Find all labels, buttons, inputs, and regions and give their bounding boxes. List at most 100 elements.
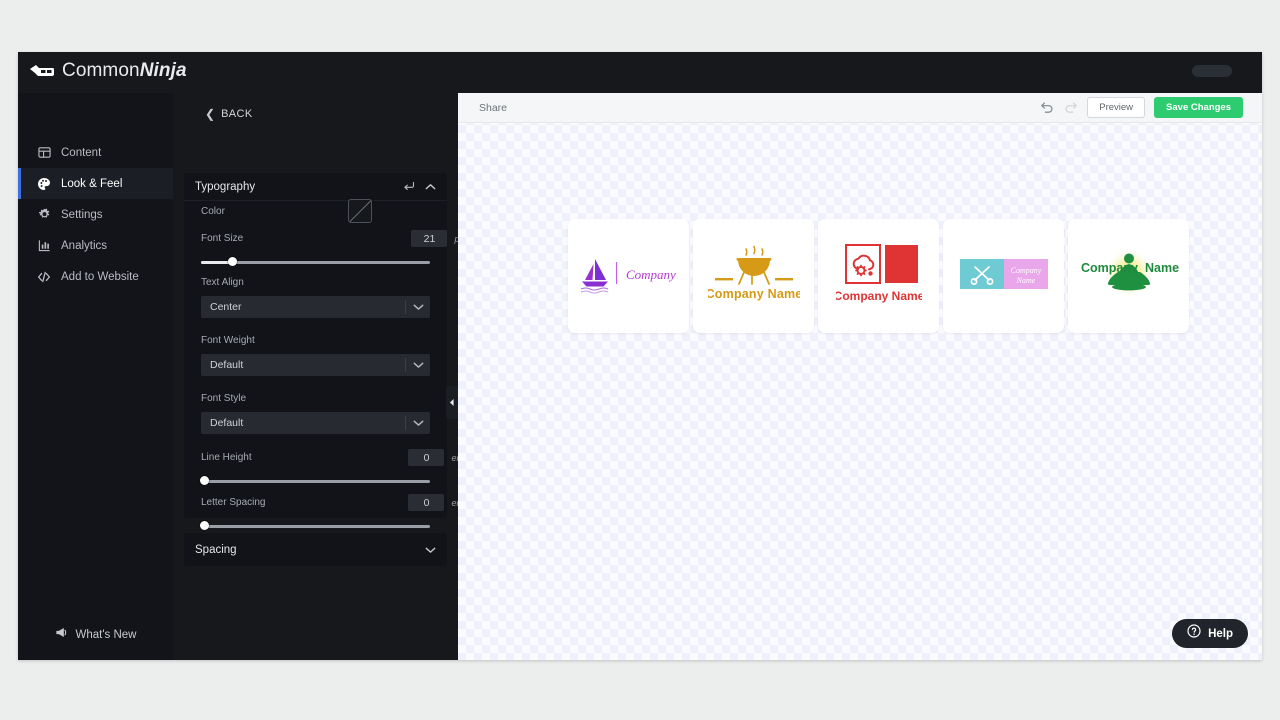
brand-logo[interactable]: CommonNinja bbox=[29, 60, 187, 82]
yoga-figure-logo: Company Name bbox=[1077, 246, 1181, 307]
slider-knob[interactable] bbox=[200, 476, 209, 485]
text-align-field: Text Align Center bbox=[184, 277, 481, 318]
line-height-slider[interactable] bbox=[200, 475, 430, 487]
svg-text:Company Name: Company Name bbox=[836, 289, 922, 303]
back-button[interactable]: ❮ BACK bbox=[173, 103, 490, 125]
sidebar-item-look-and-feel[interactable]: Look & Feel bbox=[18, 168, 173, 199]
spacing-section[interactable]: Spacing bbox=[184, 533, 447, 566]
slider-knob[interactable] bbox=[228, 257, 237, 266]
code-icon bbox=[37, 270, 51, 284]
palette-icon bbox=[37, 177, 51, 191]
chevron-down-icon bbox=[406, 361, 430, 369]
sidebar-item-label: Add to Website bbox=[61, 270, 139, 283]
logo-card[interactable]: Company Name bbox=[943, 219, 1064, 333]
font-size-field: Font Size 21 px bbox=[184, 230, 481, 268]
sidebar-item-label: Look & Feel bbox=[61, 177, 123, 190]
canvas-actions: Preview Save Changes bbox=[1039, 97, 1243, 118]
help-label: Help bbox=[1208, 627, 1233, 640]
question-circle-icon bbox=[1187, 624, 1201, 643]
font-size-label: Font Size bbox=[201, 233, 244, 244]
sailboat-logo: Company Name bbox=[579, 251, 709, 302]
app-window: CommonNinja Content Look & Feel Settings… bbox=[18, 52, 1262, 660]
brand-name: CommonNinja bbox=[62, 60, 187, 82]
gear-icon bbox=[37, 208, 51, 222]
font-weight-select[interactable]: Default bbox=[201, 354, 430, 376]
line-height-field: Line Height 0 em bbox=[184, 449, 481, 487]
line-height-label: Line Height bbox=[201, 452, 252, 463]
sidebar-item-settings[interactable]: Settings bbox=[18, 199, 173, 230]
color-field: Color bbox=[184, 196, 481, 226]
sidebar: Content Look & Feel Settings Analytics A… bbox=[18, 93, 174, 660]
brand-suffix: Ninja bbox=[139, 60, 187, 81]
whats-new-button[interactable]: What's New bbox=[18, 626, 173, 644]
sidebar-item-content[interactable]: Content bbox=[18, 137, 173, 168]
chevron-down-icon[interactable] bbox=[425, 546, 436, 554]
share-button[interactable]: Share bbox=[479, 102, 507, 114]
chevron-up-icon[interactable] bbox=[425, 183, 436, 191]
logo-card[interactable]: Company Name bbox=[568, 219, 709, 333]
typography-section: Typography Color Font Size 21 px bbox=[184, 173, 464, 530]
sidebar-item-add-to-website[interactable]: Add to Website bbox=[18, 261, 173, 292]
font-style-label: Font Style bbox=[201, 393, 247, 404]
svg-text:Company: Company bbox=[1010, 266, 1041, 275]
sidebar-item-label: Settings bbox=[61, 208, 103, 221]
letter-spacing-label: Letter Spacing bbox=[201, 497, 266, 508]
svg-text:Name: Name bbox=[1145, 261, 1179, 275]
settings-panel: ❮ BACK Typography Color Font Size 21 Tex… bbox=[173, 93, 464, 660]
logo-card[interactable]: Company Name bbox=[1068, 219, 1189, 333]
letter-spacing-input[interactable]: 0 bbox=[408, 494, 445, 511]
text-align-label: Text Align bbox=[201, 277, 244, 288]
megaphone-icon bbox=[55, 626, 68, 644]
slider-track bbox=[201, 525, 430, 528]
canvas-toolbar: Share Preview Save Changes bbox=[458, 93, 1262, 123]
ninja-face-icon bbox=[29, 63, 55, 79]
reset-arrow-icon[interactable] bbox=[403, 181, 415, 192]
font-style-select[interactable]: Default bbox=[201, 412, 430, 434]
text-align-select[interactable]: Center bbox=[201, 296, 430, 318]
spacing-section-header[interactable]: Spacing bbox=[184, 533, 447, 566]
sidebar-item-label: Content bbox=[61, 146, 102, 159]
svg-text:Company Name: Company Name bbox=[708, 287, 800, 301]
typography-title: Typography bbox=[195, 180, 256, 193]
font-weight-field: Font Weight Default bbox=[184, 335, 481, 376]
undo-icon[interactable] bbox=[1039, 100, 1054, 115]
slider-knob[interactable] bbox=[200, 521, 209, 530]
font-weight-label: Font Weight bbox=[201, 335, 255, 346]
line-height-input[interactable]: 0 bbox=[408, 449, 445, 466]
preview-canvas: Share Preview Save Changes Company Compa… bbox=[446, 93, 1262, 660]
font-style-value: Default bbox=[210, 417, 244, 429]
text-align-value: Center bbox=[210, 301, 242, 313]
letter-spacing-slider[interactable] bbox=[200, 520, 430, 532]
slider-track bbox=[201, 480, 430, 483]
bar-chart-icon bbox=[37, 239, 51, 253]
back-label: BACK bbox=[221, 108, 253, 120]
svg-text:Name: Name bbox=[1015, 276, 1035, 285]
save-changes-button[interactable]: Save Changes bbox=[1154, 97, 1243, 118]
panel-collapse-handle[interactable] bbox=[446, 386, 458, 419]
chevron-down-icon bbox=[406, 303, 430, 311]
logo-card[interactable]: Company Name bbox=[818, 219, 939, 333]
sidebar-nav: Content Look & Feel Settings Analytics A… bbox=[18, 137, 173, 292]
preview-button[interactable]: Preview bbox=[1087, 97, 1146, 118]
logo-card[interactable]: Company Name bbox=[693, 219, 814, 333]
redo-icon[interactable] bbox=[1063, 100, 1078, 115]
svg-text:Company Name: Company Name bbox=[626, 267, 679, 282]
svg-text:Company: Company bbox=[1081, 261, 1138, 275]
grid-icon bbox=[37, 146, 51, 160]
color-label: Color bbox=[201, 205, 225, 217]
font-style-field: Font Style Default bbox=[184, 393, 481, 434]
whats-new-label: What's New bbox=[75, 629, 137, 641]
bbq-grill-logo: Company Name bbox=[705, 243, 802, 310]
chevron-down-icon bbox=[406, 419, 430, 427]
app-header: CommonNinja bbox=[18, 52, 1262, 94]
help-button[interactable]: Help bbox=[1172, 619, 1248, 648]
spacing-title: Spacing bbox=[195, 543, 237, 556]
cloud-gear-logo: Company Name bbox=[833, 241, 924, 312]
font-size-slider[interactable] bbox=[201, 256, 430, 268]
font-size-input[interactable]: 21 bbox=[411, 230, 448, 247]
scissors-logo: Company Name bbox=[959, 258, 1048, 294]
sidebar-item-label: Analytics bbox=[61, 239, 108, 252]
transparent-swatch[interactable] bbox=[348, 199, 372, 223]
sidebar-item-analytics[interactable]: Analytics bbox=[18, 230, 173, 261]
account-placeholder[interactable] bbox=[1192, 65, 1232, 77]
